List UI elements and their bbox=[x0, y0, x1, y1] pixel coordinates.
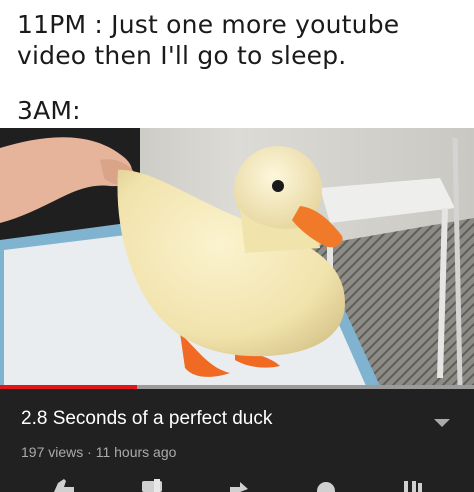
caption-line-3: 3AM: bbox=[17, 96, 81, 125]
chevron-down-icon[interactable] bbox=[432, 416, 452, 430]
caption-line-2: video then I'll go to sleep. bbox=[17, 41, 347, 70]
meme-caption: 11PM : Just one more youtube video then … bbox=[0, 0, 474, 128]
download-icon[interactable] bbox=[310, 477, 342, 492]
video-title[interactable]: 2.8 Seconds of a perfect duck bbox=[21, 408, 272, 430]
video-player[interactable] bbox=[0, 128, 474, 386]
save-icon[interactable] bbox=[396, 477, 428, 492]
video-info-panel: 2.8 Seconds of a perfect duck 197 views … bbox=[0, 389, 474, 492]
share-icon[interactable] bbox=[222, 477, 254, 492]
video-frame-image bbox=[0, 128, 474, 386]
caption-line-1: 11PM : Just one more youtube bbox=[17, 10, 400, 39]
dislike-icon[interactable] bbox=[136, 477, 168, 492]
video-meta: 197 views · 11 hours ago bbox=[21, 444, 177, 460]
like-icon[interactable] bbox=[48, 477, 80, 492]
action-bar bbox=[0, 477, 474, 492]
